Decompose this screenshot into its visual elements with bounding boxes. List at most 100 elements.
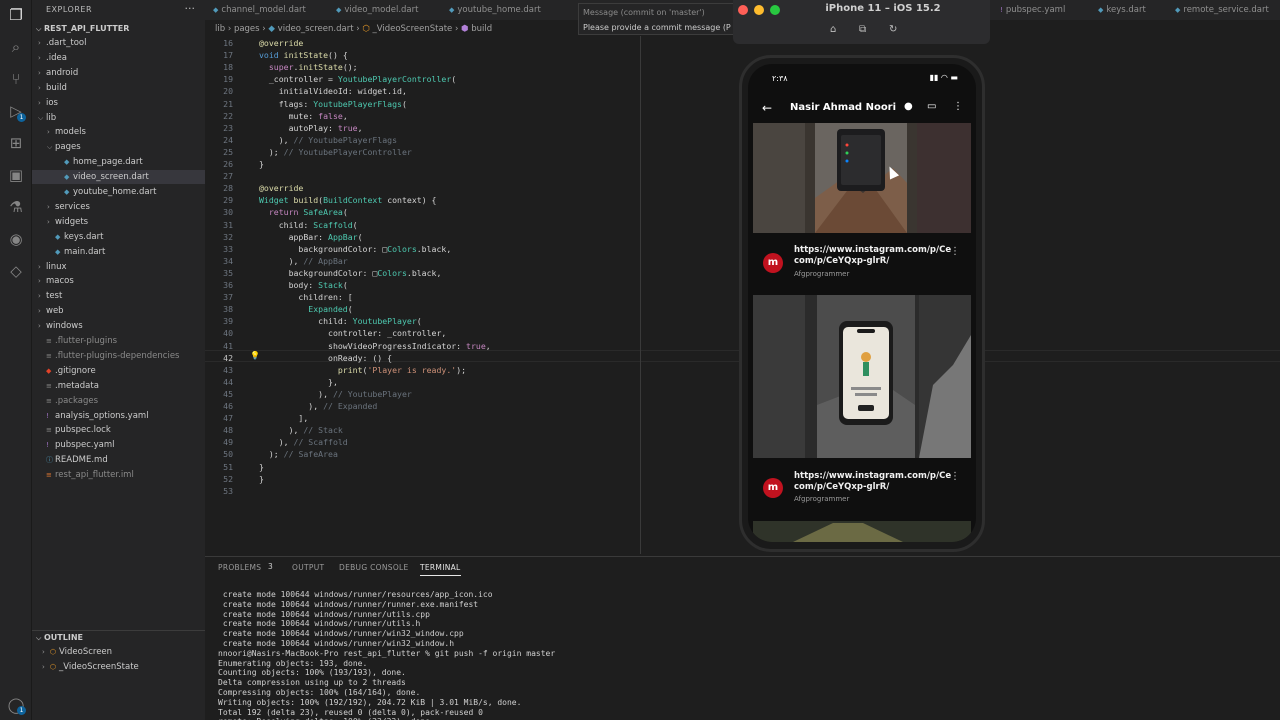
code-editor[interactable]: 16 @override 17 void initState() {18 super.…	[205, 36, 640, 556]
mic-icon[interactable]: ●	[904, 101, 913, 112]
chevron-right-icon: ›	[42, 663, 45, 671]
tab-keys[interactable]: ◆ keys.dart	[1098, 0, 1146, 20]
tree-item[interactable]: ◆ keys.dart	[32, 230, 205, 244]
source-control-icon[interactable]: ⑂	[7, 70, 25, 88]
flutter-icon[interactable]: ◇	[7, 262, 25, 280]
cast-icon[interactable]: ▭	[927, 101, 936, 112]
tree-item[interactable]: › .idea	[32, 51, 205, 65]
tree-item[interactable]: ◆ main.dart	[32, 245, 205, 259]
tree-item[interactable]: ◆ youtube_home.dart	[32, 185, 205, 199]
tree-item[interactable]: ≡ .flutter-plugins-dependencies	[32, 349, 205, 363]
tree-item[interactable]: ! analysis_options.yaml	[32, 409, 205, 423]
tree-item[interactable]: › ios	[32, 96, 205, 110]
tree-item[interactable]: › android	[32, 66, 205, 80]
back-arrow-icon[interactable]: ←	[762, 101, 772, 115]
tree-item[interactable]: ≡ .packages	[32, 394, 205, 408]
line-number: 42	[223, 352, 233, 363]
tab-label: channel_model.dart	[221, 5, 306, 15]
extensions-icon[interactable]: ⊞	[7, 134, 25, 152]
breadcrumb-class[interactable]: _VideoScreenState	[372, 24, 452, 34]
terminal-line: create mode 100644 windows/runner/runner…	[218, 599, 479, 609]
explorer-more-button[interactable]: ···	[185, 2, 196, 15]
tree-item[interactable]: › macos	[32, 274, 205, 288]
tree-item-label: ios	[46, 97, 58, 108]
tree-item-label: models	[55, 127, 86, 138]
tab-video-model[interactable]: ◆ video_model.dart	[336, 0, 418, 20]
video-title[interactable]: https://www.instagram.com/p/Ce com/p/CeYQ…	[794, 245, 951, 266]
tab-remote-service[interactable]: ◆ remote_service.dart	[1175, 0, 1269, 20]
tree-item[interactable]: › models	[32, 125, 205, 139]
remote-explorer-icon[interactable]: ▣	[7, 166, 25, 184]
tab-pubspec[interactable]: ! pubspec.yaml	[1000, 0, 1065, 20]
status-time: ۲:۳۸	[772, 74, 788, 83]
tree-item[interactable]: › .dart_tool	[32, 36, 205, 50]
testing-icon[interactable]: ⚗	[7, 198, 25, 216]
breadcrumb-file[interactable]: video_screen.dart	[278, 24, 354, 34]
breadcrumb-lib[interactable]: lib	[215, 24, 225, 34]
github-icon[interactable]: ◉	[7, 230, 25, 248]
tree-item[interactable]: › web	[32, 304, 205, 318]
tree-item[interactable]: ⌵ pages	[32, 140, 205, 154]
tree-item[interactable]: ! pubspec.yaml	[32, 438, 205, 452]
rotate-icon[interactable]: ↻	[889, 24, 897, 35]
method-icon: ⬢	[461, 24, 469, 34]
home-icon[interactable]: ⌂	[830, 24, 836, 35]
code-text: mute: false,	[259, 110, 348, 121]
tree-item-label: .flutter-plugins-dependencies	[55, 350, 180, 361]
tree-item[interactable]: ≡ .flutter-plugins	[32, 334, 205, 348]
editor-split-divider[interactable]	[640, 36, 641, 554]
tree-item[interactable]: › windows	[32, 319, 205, 333]
tab-terminal[interactable]: TERMINAL	[420, 563, 461, 576]
tab-youtube-home[interactable]: ◆ youtube_home.dart	[449, 0, 541, 20]
terminal-output[interactable]: create mode 100644 windows/runner/resour…	[218, 590, 555, 720]
breadcrumb-pages[interactable]: pages	[234, 24, 260, 34]
tab-debug-console[interactable]: DEBUG CONSOLE	[339, 563, 409, 572]
tab-channel-model[interactable]: ◆ channel_model.dart	[213, 0, 306, 20]
minimize-window-button[interactable]	[754, 5, 764, 15]
tree-item[interactable]: ⓘ README.md	[32, 453, 205, 467]
lightbulb-icon[interactable]: 💡	[250, 351, 260, 360]
breadcrumb-method[interactable]: build	[471, 24, 492, 34]
tree-item[interactable]: ≡ rest_api_flutter.iml	[32, 468, 205, 482]
video-thumbnail[interactable]	[753, 295, 971, 458]
more-vertical-icon[interactable]: ⋮	[950, 471, 960, 482]
tree-item[interactable]: › test	[32, 289, 205, 303]
tree-item[interactable]: ≡ .metadata	[32, 379, 205, 393]
line-number: 50	[223, 449, 233, 460]
terminal-line: Enumerating objects: 193, done.	[218, 658, 368, 668]
more-vertical-icon[interactable]: ⋮	[953, 101, 963, 112]
video-thumbnail[interactable]	[753, 521, 971, 542]
tree-item[interactable]: › build	[32, 81, 205, 95]
outline-item-label: _VideoScreenState	[59, 662, 139, 672]
close-window-button[interactable]	[738, 5, 748, 15]
search-icon[interactable]: ⌕	[7, 38, 25, 56]
outline-item[interactable]: › ⬡ _VideoScreenState	[32, 660, 205, 674]
screenshot-icon[interactable]: ⧉	[859, 24, 866, 35]
tree-item[interactable]: ⌵ lib	[32, 111, 205, 125]
commit-message-input[interactable]: Message (commit on 'master')	[583, 7, 733, 19]
tree-item[interactable]: › services	[32, 200, 205, 214]
channel-avatar[interactable]: m	[763, 253, 783, 273]
tree-item[interactable]: ◆ home_page.dart	[32, 155, 205, 169]
tree-item[interactable]: ◆ .gitignore	[32, 364, 205, 378]
channel-avatar[interactable]: m	[763, 478, 783, 498]
tree-item[interactable]: › linux	[32, 260, 205, 274]
tree-item[interactable]: ◆ video_screen.dart	[32, 170, 205, 185]
terminal-line: Compressing objects: 100% (164/164), don…	[218, 687, 421, 697]
tab-problems[interactable]: PROBLEMS	[218, 563, 261, 572]
dart-file-icon: ◆	[336, 6, 342, 14]
video-thumbnail[interactable]	[753, 123, 971, 233]
more-vertical-icon[interactable]: ⋮	[950, 246, 960, 257]
tree-item[interactable]: › widgets	[32, 215, 205, 229]
tree-item-label: .flutter-plugins	[55, 336, 118, 346]
files-icon[interactable]: ❐	[7, 6, 25, 24]
video-title[interactable]: https://www.instagram.com/p/Ce com/p/CeYQ…	[794, 471, 951, 492]
zoom-window-button[interactable]	[770, 5, 780, 15]
outline-header[interactable]: ⌵ OUTLINE	[32, 630, 205, 644]
tree-item[interactable]: ≡ pubspec.lock	[32, 423, 205, 437]
code-text: autoPlay: true,	[259, 122, 363, 133]
tab-output[interactable]: OUTPUT	[292, 563, 324, 572]
project-root[interactable]: ⌵ REST_API_FLUTTER	[32, 22, 205, 36]
outline-item[interactable]: › ⬡ VideoScreen	[32, 645, 205, 659]
bottom-panel: PROBLEMS 3 OUTPUT DEBUG CONSOLE TERMINAL…	[205, 556, 1280, 720]
